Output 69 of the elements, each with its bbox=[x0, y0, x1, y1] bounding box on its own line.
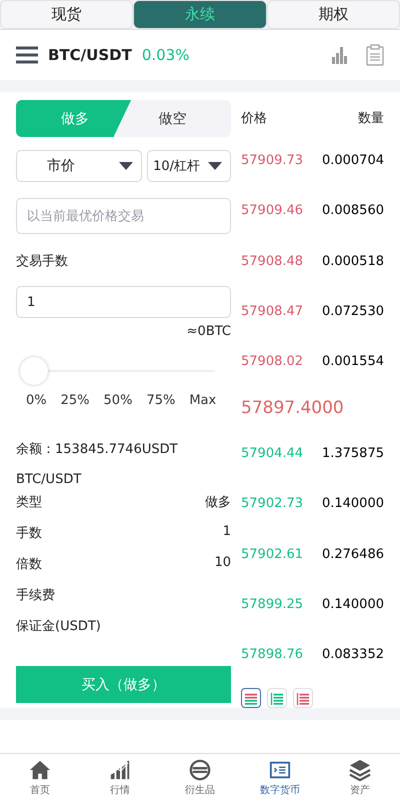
ask-price: 57909.46 bbox=[241, 203, 304, 218]
slider[interactable] bbox=[20, 357, 215, 385]
bid-amount: 0.140000 bbox=[322, 496, 384, 512]
summary-value: 10 bbox=[214, 555, 231, 570]
nav-item[interactable]: 衍生品 bbox=[160, 754, 240, 800]
nav-item[interactable]: 首页 bbox=[0, 754, 80, 800]
bid-amount: 1.375875 bbox=[322, 446, 384, 462]
percent-option[interactable]: 50% bbox=[104, 393, 132, 408]
nav-item[interactable]: 行情 bbox=[80, 754, 160, 800]
trading-pair: BTC/USDT bbox=[48, 46, 132, 64]
percent-option[interactable]: 75% bbox=[146, 393, 176, 408]
estimate-text: ≈0BTC bbox=[186, 324, 231, 339]
layers-icon bbox=[349, 759, 371, 781]
percent-option[interactable]: Max bbox=[189, 393, 216, 408]
ask-amount: 0.000704 bbox=[322, 153, 384, 168]
exchange-icon bbox=[189, 759, 211, 781]
percent-option[interactable]: 25% bbox=[60, 393, 90, 408]
bid-price: 57902.73 bbox=[241, 496, 304, 512]
ask-amount: 0.001554 bbox=[322, 354, 384, 370]
bar-chart-icon[interactable] bbox=[331, 46, 348, 64]
clipboard-icon[interactable] bbox=[366, 44, 384, 66]
chart-icon bbox=[109, 759, 131, 781]
ask-price: 57908.02 bbox=[241, 354, 304, 370]
quantity-label: 交易手数 bbox=[16, 253, 68, 270]
column-header: 数量 bbox=[358, 110, 384, 127]
ask-price: 57909.73 bbox=[241, 153, 304, 168]
bid-list-icon[interactable] bbox=[267, 688, 287, 708]
ask-amount: 0.072530 bbox=[322, 304, 384, 320]
ask-list-icon[interactable] bbox=[293, 688, 313, 708]
market-tab[interactable]: 期权 bbox=[266, 0, 400, 29]
menu-icon[interactable] bbox=[16, 46, 38, 64]
summary-value: 做多 bbox=[205, 494, 231, 511]
summary-label: 手数 bbox=[16, 525, 42, 542]
column-header: 价格 bbox=[241, 110, 267, 127]
market-tab[interactable]: 现货 bbox=[0, 0, 134, 29]
summary-label: 倍数 bbox=[16, 556, 42, 573]
bid-amount: 0.276486 bbox=[322, 546, 384, 562]
home-icon bbox=[29, 759, 51, 781]
pair-label: BTC/USDT bbox=[16, 472, 82, 487]
slider-thumb[interactable] bbox=[20, 357, 48, 385]
market-tab[interactable]: 永续 bbox=[133, 0, 267, 29]
caret-icon bbox=[208, 162, 222, 170]
quantity-field[interactable]: 1 bbox=[16, 286, 231, 318]
summary-label: 类型 bbox=[16, 494, 42, 511]
price-field[interactable]: 以当前最优价格交易 bbox=[16, 198, 231, 234]
ask-price: 57908.48 bbox=[241, 254, 304, 269]
price-change: 0.03% bbox=[142, 46, 190, 64]
summary-label: 手续费 bbox=[16, 587, 55, 604]
terminal-icon bbox=[269, 759, 291, 781]
bid-price: 57899.25 bbox=[241, 597, 304, 612]
ask-price: 57908.47 bbox=[241, 304, 304, 320]
nav-item[interactable]: 数字货币 bbox=[240, 754, 320, 800]
summary-label: 保证金(USDT) bbox=[16, 618, 101, 635]
bid-price: 57902.61 bbox=[241, 546, 304, 562]
bid-price: 57898.76 bbox=[241, 647, 304, 662]
bid-price: 57904.44 bbox=[241, 446, 304, 462]
bid-amount: 0.083352 bbox=[322, 647, 384, 662]
balance-text: 余额：153845.7746USDT bbox=[16, 441, 178, 458]
leverage-select[interactable]: 10/杠杆 bbox=[147, 150, 231, 182]
summary-value: 1 bbox=[222, 524, 231, 539]
percent-option[interactable]: 0% bbox=[26, 393, 47, 408]
order-type-select[interactable]: 市价 bbox=[16, 150, 142, 182]
ask-amount: 0.000518 bbox=[322, 254, 384, 269]
bid-amount: 0.140000 bbox=[322, 597, 384, 612]
caret-icon bbox=[119, 162, 134, 170]
nav-item[interactable]: 资产 bbox=[320, 754, 400, 800]
last-price: 57897.4000 bbox=[241, 396, 345, 420]
ask-amount: 0.008560 bbox=[322, 203, 384, 218]
order-book-icon[interactable] bbox=[241, 688, 261, 708]
